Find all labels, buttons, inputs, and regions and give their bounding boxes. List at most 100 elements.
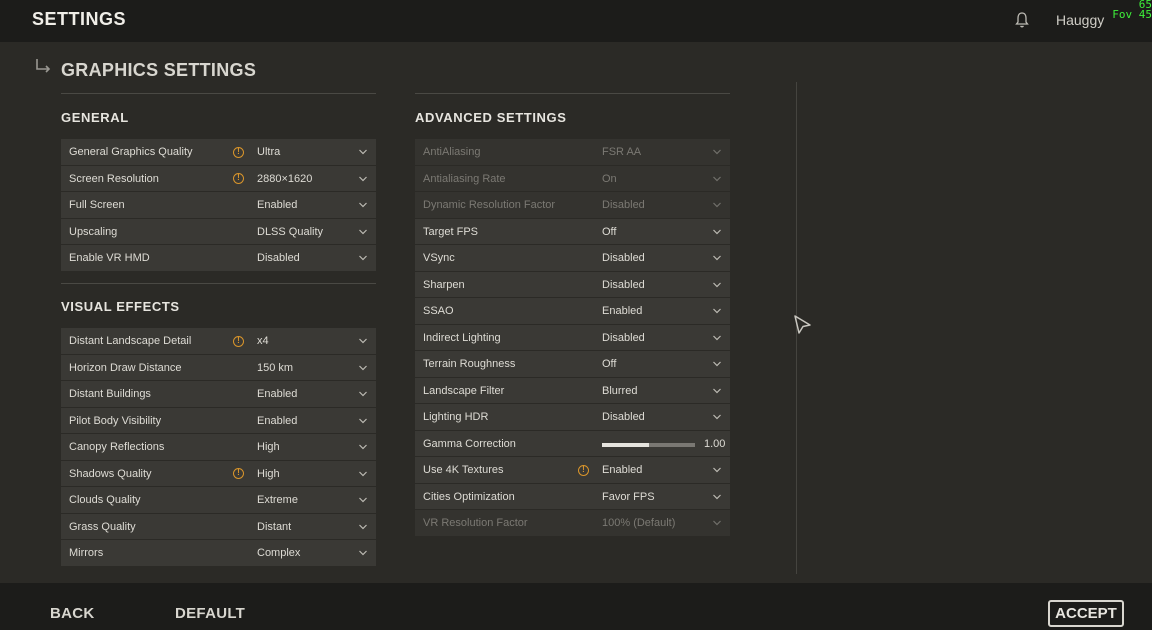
chevron-down-icon[interactable] <box>359 201 367 209</box>
chevron-down-icon[interactable] <box>713 254 721 262</box>
chevron-down-icon[interactable] <box>359 523 367 531</box>
chevron-down-icon[interactable] <box>359 496 367 504</box>
chevron-down-icon[interactable] <box>359 549 367 557</box>
setting-value[interactable]: 150 km <box>257 362 293 374</box>
setting-value[interactable]: Disabled <box>602 332 645 344</box>
chevron-down-icon[interactable] <box>713 387 721 395</box>
setting-value[interactable]: Enabled <box>602 464 642 476</box>
setting-value[interactable]: Distant <box>257 521 291 533</box>
fps-overlay-line2: Fov 45 <box>1112 8 1152 21</box>
chevron-down-icon[interactable] <box>713 307 721 315</box>
setting-row[interactable]: Cities Optimization Favor FPS <box>415 483 730 510</box>
setting-row[interactable]: Indirect Lighting Disabled <box>415 324 730 351</box>
setting-row[interactable]: Distant Buildings Enabled <box>61 381 376 408</box>
setting-row[interactable]: Gamma Correction 1.00 <box>415 430 730 457</box>
chevron-down-icon[interactable] <box>359 337 367 345</box>
chevron-down-icon[interactable] <box>359 470 367 478</box>
setting-value[interactable]: 2880×1620 <box>257 173 312 185</box>
setting-value[interactable]: Enabled <box>257 388 297 400</box>
gamma-slider[interactable] <box>602 442 695 447</box>
bell-icon[interactable] <box>1014 11 1030 29</box>
setting-value[interactable]: Favor FPS <box>602 491 655 503</box>
setting-value[interactable]: Enabled <box>257 415 297 427</box>
chevron-down-icon[interactable] <box>713 175 721 183</box>
setting-label: Pilot Body Visibility <box>69 414 162 427</box>
setting-value[interactable]: Enabled <box>257 199 297 211</box>
chevron-down-icon[interactable] <box>359 417 367 425</box>
accept-button[interactable]: ACCEPT <box>1048 600 1124 627</box>
setting-value[interactable]: Off <box>602 358 616 370</box>
chevron-down-icon[interactable] <box>713 360 721 368</box>
chevron-down-icon[interactable] <box>713 228 721 236</box>
setting-value[interactable]: High <box>257 468 280 480</box>
username[interactable]: Hauggy <box>1056 12 1104 28</box>
setting-value[interactable]: Complex <box>257 547 300 559</box>
chevron-down-icon[interactable] <box>359 364 367 372</box>
setting-value[interactable]: High <box>257 441 280 453</box>
chevron-down-icon[interactable] <box>713 493 721 501</box>
setting-label: SSAO <box>423 305 454 317</box>
setting-label: General Graphics Quality <box>69 146 193 158</box>
setting-row[interactable]: Sharpen Disabled <box>415 271 730 298</box>
setting-row[interactable]: Upscaling DLSS Quality <box>61 218 376 245</box>
setting-label: AntiAliasing <box>423 146 481 158</box>
chevron-down-icon[interactable] <box>713 519 721 527</box>
setting-value[interactable]: x4 <box>257 335 269 347</box>
setting-value[interactable]: Disabled <box>602 411 645 423</box>
chevron-down-icon[interactable] <box>359 148 367 156</box>
setting-value: On <box>602 172 617 185</box>
setting-label: Landscape Filter <box>423 384 505 397</box>
chevron-down-icon[interactable] <box>359 390 367 398</box>
setting-value: 100% (Default) <box>602 517 676 529</box>
setting-row[interactable]: Enable VR HMD Disabled <box>61 245 376 272</box>
setting-row[interactable]: Clouds Quality Extreme <box>61 487 376 514</box>
chevron-down-icon[interactable] <box>713 148 721 156</box>
setting-row[interactable]: VSync Disabled <box>415 245 730 272</box>
setting-value[interactable]: Off <box>602 226 616 238</box>
setting-row[interactable]: Lighting HDR Disabled <box>415 404 730 431</box>
chevron-down-icon[interactable] <box>713 201 721 209</box>
setting-row[interactable]: Target FPS Off <box>415 218 730 245</box>
chevron-down-icon[interactable] <box>713 466 721 474</box>
setting-value[interactable]: Disabled <box>257 252 300 264</box>
setting-row[interactable]: Terrain Roughness Off <box>415 351 730 378</box>
setting-row[interactable]: Shadows Quality! High <box>61 460 376 487</box>
setting-value[interactable]: Disabled <box>602 252 645 264</box>
setting-row[interactable]: Mirrors Complex <box>61 540 376 567</box>
corner-arrow-icon[interactable] <box>34 58 52 76</box>
setting-row[interactable]: Use 4K Textures! Enabled <box>415 457 730 484</box>
setting-label: Canopy Reflections <box>69 441 165 453</box>
setting-row[interactable]: Landscape Filter Blurred <box>415 377 730 404</box>
divider <box>61 93 376 94</box>
setting-label: Indirect Lighting <box>423 331 501 344</box>
chevron-down-icon[interactable] <box>713 334 721 342</box>
setting-row[interactable]: Canopy Reflections High <box>61 434 376 461</box>
setting-value[interactable]: Enabled <box>602 305 642 317</box>
chevron-down-icon[interactable] <box>359 254 367 262</box>
setting-label: Enable VR HMD <box>69 252 150 264</box>
setting-row[interactable]: Screen Resolution! 2880×1620 <box>61 165 376 192</box>
setting-row[interactable]: Grass Quality Distant <box>61 513 376 540</box>
chevron-down-icon[interactable] <box>359 175 367 183</box>
default-button[interactable]: DEFAULT <box>175 605 245 622</box>
chevron-down-icon[interactable] <box>359 228 367 236</box>
setting-row[interactable]: Full Screen Enabled <box>61 192 376 219</box>
setting-value[interactable]: Disabled <box>602 279 645 291</box>
setting-value[interactable]: Blurred <box>602 385 637 397</box>
chevron-down-icon[interactable] <box>713 413 721 421</box>
setting-row[interactable]: Distant Landscape Detail! x4 <box>61 328 376 355</box>
setting-value[interactable]: Extreme <box>257 494 298 506</box>
chevron-down-icon[interactable] <box>713 281 721 289</box>
setting-row: AntiAliasing FSR AA <box>415 139 730 166</box>
setting-row[interactable]: General Graphics Quality! Ultra <box>61 139 376 166</box>
back-button[interactable]: BACK <box>50 605 95 622</box>
setting-value[interactable]: DLSS Quality <box>257 226 323 238</box>
chevron-down-icon[interactable] <box>359 443 367 451</box>
setting-row: Dynamic Resolution Factor Disabled <box>415 192 730 219</box>
setting-value: FSR AA <box>602 146 642 158</box>
setting-value[interactable]: Ultra <box>257 146 280 158</box>
setting-row[interactable]: Pilot Body Visibility Enabled <box>61 407 376 434</box>
divider <box>415 93 730 94</box>
setting-row[interactable]: SSAO Enabled <box>415 298 730 325</box>
setting-row[interactable]: Horizon Draw Distance 150 km <box>61 354 376 381</box>
